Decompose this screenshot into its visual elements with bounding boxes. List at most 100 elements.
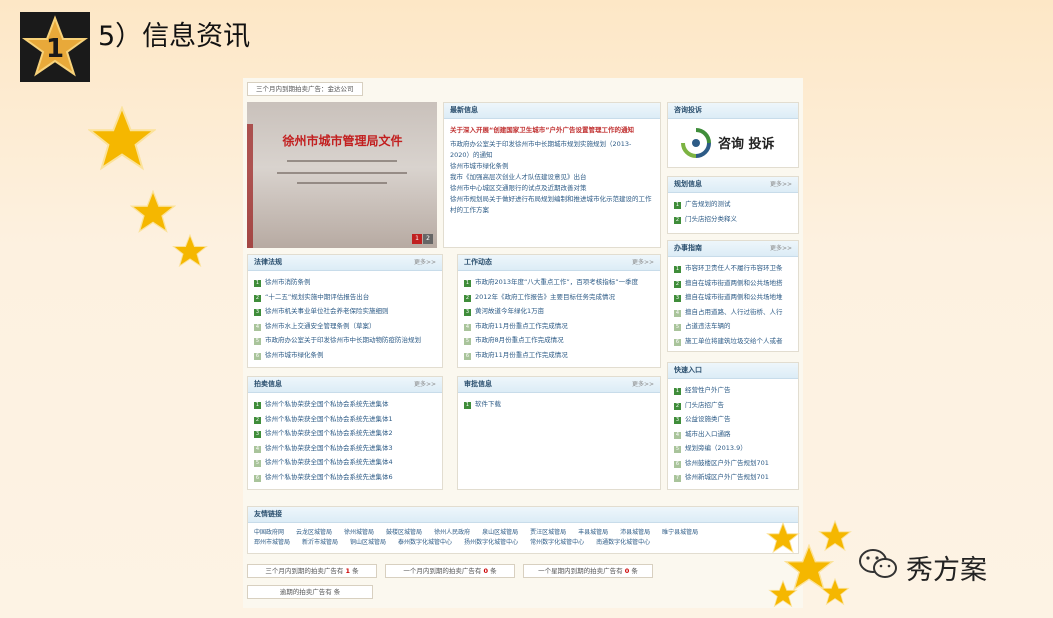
list-item[interactable]: 5 市政府办公室关于印发徐州市中长期动物防疫防治规划 xyxy=(254,333,436,348)
friend-link[interactable]: 徐州城管局 xyxy=(344,529,374,536)
work-title: 工作动态 xyxy=(464,258,492,266)
list-item[interactable]: 2020）的通知 xyxy=(450,150,654,161)
quick-title: 快速入口 xyxy=(668,363,798,379)
star-icon xyxy=(820,578,850,606)
photo-pager: 12 xyxy=(411,234,433,244)
friend-link[interactable]: 南通数字化城管中心 xyxy=(596,539,650,546)
planning-more-link[interactable]: 更多>> xyxy=(770,177,792,192)
list-item[interactable]: 5 规划旁编（2013.9） xyxy=(674,441,792,456)
consult-logo-icon xyxy=(681,128,711,158)
links-panel: 友情链接 中国政府网 云龙区城管局 徐州城管局 鼓楼区城管局 徐州人民政府 泉山区城管局 贾… xyxy=(247,506,799,554)
consult-panel: 咨询投诉 咨询 投诉 xyxy=(667,102,799,168)
list-item[interactable]: 4 徐州个私协荣获全国个私协会系统先进集体3 xyxy=(254,441,436,456)
star-icon xyxy=(88,106,156,172)
list-item[interactable]: 7 徐州新城区户外广告规划701 xyxy=(674,470,792,485)
one-week-notice[interactable]: 一个星期内到期的拍卖广告有 0 条 xyxy=(523,564,653,578)
list-item[interactable]: 5 占道违法车辆的 xyxy=(674,319,792,334)
list-item[interactable]: 2 “十二五”规划实施中期评估报告出台 xyxy=(254,290,436,305)
list-item[interactable]: 6 施工单位将建筑垃圾交给个人或者 xyxy=(674,334,792,349)
list-item[interactable]: 2 徐州个私协荣获全国个私协会系统先进集体1 xyxy=(254,412,436,427)
list-item[interactable]: 4 擅自占用道路、人行过街桥、人行 xyxy=(674,305,792,320)
list-item[interactable]: 3 徐州个私协荣获全国个私协会系统先进集体2 xyxy=(254,426,436,441)
friend-link[interactable]: 云龙区城管局 xyxy=(296,529,332,536)
links-row-1: 中国政府网 云龙区城管局 徐州城管局 鼓楼区城管局 徐州人民政府 泉山区城管局 贾汪区城管局… xyxy=(254,528,792,538)
list-item[interactable]: 市政府办公室关于印发徐州市中长期城市规划实施规划（2013- xyxy=(450,139,654,150)
friend-link[interactable]: 泉山区城管局 xyxy=(482,529,518,536)
list-item[interactable]: 1 软件下载 xyxy=(464,397,654,412)
list-item[interactable]: 6 徐州市城市绿化条例 xyxy=(254,348,436,363)
friend-link[interactable]: 扬州数字化城管中心 xyxy=(464,539,518,546)
star-icon xyxy=(172,234,208,268)
website-screenshot: 三个月内到期拍卖广告：金达公司 徐州市城市管理局文件 12 最新信息 关于深入开… xyxy=(243,78,803,608)
list-item[interactable]: 3 公益设施类广告 xyxy=(674,412,792,427)
list-item[interactable]: 3 黄河故道今年绿化1万亩 xyxy=(464,304,654,319)
friend-link[interactable]: 丰县城管局 xyxy=(578,529,608,536)
wechat-icon xyxy=(859,549,897,578)
list-item[interactable]: 5 徐州个私协荣获全国个私协会系统先进集体4 xyxy=(254,455,436,470)
friend-link[interactable]: 睢宁县城管局 xyxy=(662,529,698,536)
list-item[interactable]: 4 城市出入口通路 xyxy=(674,427,792,442)
consult-button[interactable]: 咨询 投诉 xyxy=(668,119,798,167)
three-month-notice[interactable]: 三个月内到期的拍卖广告有 1 条 xyxy=(247,564,377,578)
list-item[interactable]: 6 徐州鼓楼区户外广告规划701 xyxy=(674,456,792,471)
latest-headline[interactable]: 关于深入开展“创建国家卫生城市”户外广告设置管理工作的通知 xyxy=(450,121,654,139)
one-month-notice[interactable]: 一个月内到期的拍卖广告有 0 条 xyxy=(385,564,515,578)
friend-link[interactable]: 邳州市城管局 xyxy=(254,539,290,546)
photo-doc-title: 徐州市城市管理局文件 xyxy=(282,134,403,148)
friend-link[interactable]: 中国政府网 xyxy=(254,529,284,536)
list-item[interactable]: 3 徐州市机关事业单位社会养老保险实施细则 xyxy=(254,304,436,319)
news-photo[interactable]: 徐州市城市管理局文件 12 xyxy=(247,102,437,248)
pager-1[interactable]: 1 xyxy=(412,234,422,244)
list-item[interactable]: 2 门头店招分类释义 xyxy=(674,212,792,227)
list-item[interactable]: 3 擅自在城市街道两侧和公共场地堆 xyxy=(674,290,792,305)
list-item[interactable]: 2 擅自在城市街道两侧和公共场地搭 xyxy=(674,276,792,291)
affairs-more-link[interactable]: 更多>> xyxy=(770,241,792,256)
friend-link[interactable]: 鼓楼区城管局 xyxy=(386,529,422,536)
list-item[interactable]: 徐州市规划局关于做好进行布局规划编制和推进城市化示范建设的工作 xyxy=(450,194,654,205)
friend-link[interactable]: 新沂市城管局 xyxy=(302,539,338,546)
friend-link[interactable]: 铜山区城管局 xyxy=(350,539,386,546)
list-item[interactable]: 2 2012年《政府工作报告》主要目标任务完成情况 xyxy=(464,290,654,305)
review-more-link[interactable]: 更多>> xyxy=(632,377,654,392)
list-item[interactable]: 4 市政府11月份重点工作完成情况 xyxy=(464,319,654,334)
star-number-icon: 1 xyxy=(21,15,89,77)
pager-2[interactable]: 2 xyxy=(423,234,433,244)
latest-title: 最新信息 xyxy=(444,103,660,119)
work-more-link[interactable]: 更多>> xyxy=(632,255,654,270)
laws-panel: 法律法规 更多>> 1 徐州市消防条例 2 “十二五”规划实施中期评估报告出台 3 徐州… xyxy=(247,254,443,368)
list-item[interactable]: 徐州市中心城区交通限行的试点及近期改善对策 xyxy=(450,183,654,194)
laws-title: 法律法规 xyxy=(254,258,282,266)
friend-link[interactable]: 贾汪区城管局 xyxy=(530,529,566,536)
list-item[interactable]: 1 广告规划的测试 xyxy=(674,197,792,212)
laws-more-link[interactable]: 更多>> xyxy=(414,255,436,270)
star-icon xyxy=(130,190,176,234)
number-badge: 1 xyxy=(20,12,90,82)
list-item[interactable]: 1 经营性户外广告 xyxy=(674,383,792,398)
friend-link[interactable]: 常州数字化城管中心 xyxy=(530,539,584,546)
list-item[interactable]: 5 市政府8月份重点工作完成情况 xyxy=(464,333,654,348)
badge-number: 1 xyxy=(46,34,64,64)
star-icon xyxy=(768,580,798,608)
list-item[interactable]: 1 徐州个私协荣获全国个私协会系统先进集体 xyxy=(254,397,436,412)
friend-link[interactable]: 沛县城管局 xyxy=(620,529,650,536)
list-item[interactable]: 6 市政府11月份重点工作完成情况 xyxy=(464,348,654,363)
list-item[interactable]: 1 市政府2013年度“八大重点工作”，百项考核指标”一季度 xyxy=(464,275,654,290)
top-notice[interactable]: 三个月内到期拍卖广告：金达公司 xyxy=(247,82,363,96)
links-row-2: 邳州市城管局 新沂市城管局 铜山区城管局 泰州数字化城管中心 扬州数字化城管中心 常州数字… xyxy=(254,538,792,548)
item-number: 1 xyxy=(674,202,681,209)
list-item[interactable]: 我市《加强高层次创业人才队伍建设意见》出台 xyxy=(450,172,654,183)
friend-link[interactable]: 泰州数字化城管中心 xyxy=(398,539,452,546)
planning-panel: 规划信息 更多>> 1 广告规划的测试 2 门头店招分类释义 xyxy=(667,176,799,234)
list-item[interactable]: 村的工作方案 xyxy=(450,205,654,216)
list-item[interactable]: 2 门头店招广告 xyxy=(674,398,792,413)
item-number: 2 xyxy=(674,216,681,224)
list-item[interactable]: 徐州市城市绿化条例 xyxy=(450,161,654,172)
expired-notice[interactable]: 逾期的拍卖广告有 条 xyxy=(247,585,373,599)
auction-more-link[interactable]: 更多>> xyxy=(414,377,436,392)
list-item[interactable]: 4 徐州市水上交通安全管理条例（草案） xyxy=(254,319,436,334)
list-item[interactable]: 1 徐州市消防条例 xyxy=(254,275,436,290)
list-item[interactable]: 1 市容环卫责任人不履行市容环卫条 xyxy=(674,261,792,276)
friend-link[interactable]: 徐州人民政府 xyxy=(434,529,470,536)
photo-frame xyxy=(247,124,253,248)
list-item[interactable]: 6 徐州个私协荣获全国个私协会系统先进集体6 xyxy=(254,470,436,485)
